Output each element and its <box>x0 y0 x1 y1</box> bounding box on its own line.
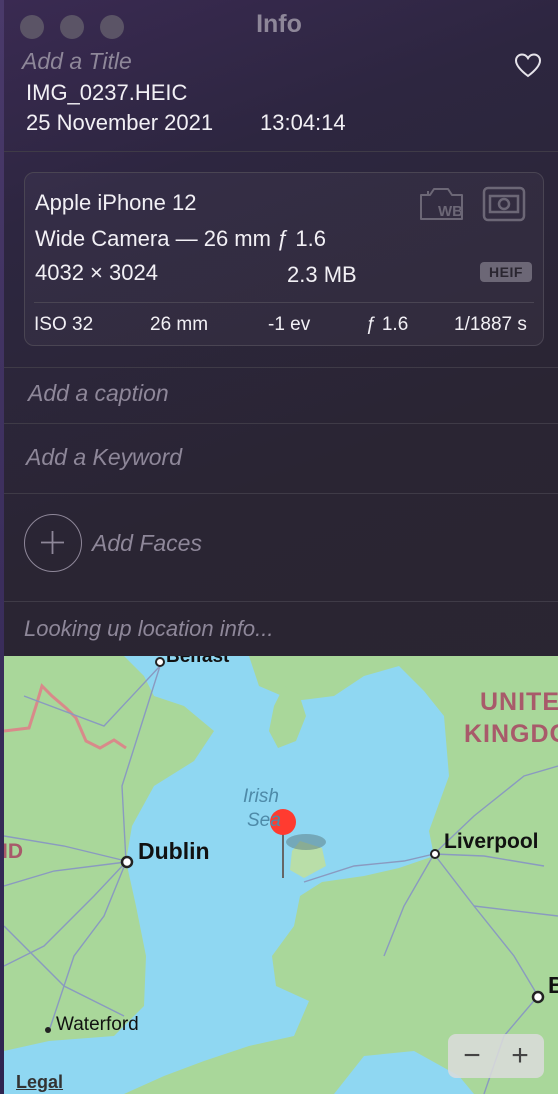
keyword-field[interactable]: Add a Keyword <box>26 444 182 471</box>
map-label-irish-sea-1: Irish <box>243 786 279 807</box>
map-label-birmingham: B <box>548 972 558 998</box>
map-label-waterford: Waterford <box>56 1014 139 1035</box>
zoom-in-button[interactable]: + <box>496 1034 544 1078</box>
map-label-uk-1: UNITE <box>480 688 558 716</box>
map-label-dublin: Dublin <box>138 838 210 864</box>
belfast-dot <box>155 657 165 667</box>
format-badge: HEIF <box>480 262 532 282</box>
border-line <box>4 683 127 750</box>
metering-icon <box>482 186 526 222</box>
divider <box>4 151 558 152</box>
wb-label: WB <box>438 203 463 220</box>
caption-field[interactable]: Add a caption <box>28 380 169 407</box>
camera-lens: Wide Camera — 26 mm ƒ 1.6 <box>35 226 326 251</box>
divider <box>4 493 558 494</box>
title-field[interactable]: Add a Title <box>22 48 132 75</box>
card-divider <box>34 302 534 303</box>
map-legal-link[interactable]: Legal <box>16 1072 63 1093</box>
divider <box>4 423 558 424</box>
image-resolution: 4032 × 3024 <box>35 260 158 285</box>
add-faces-button[interactable] <box>24 514 82 572</box>
liverpool-dot <box>430 849 440 859</box>
pin-shadow <box>286 834 326 850</box>
birmingham-dot <box>531 990 545 1004</box>
exif-shutter: 1/1887 s <box>454 314 527 335</box>
title-bar: Info <box>0 0 558 50</box>
capture-time: 13:04:14 <box>260 110 346 135</box>
filename: IMG_0237.HEIC <box>26 80 188 105</box>
map-label-ireland: ID <box>4 840 23 863</box>
exif-aperture: ƒ 1.6 <box>366 314 409 335</box>
map-label-irish-sea-2: Sea <box>247 810 281 831</box>
plus-icon <box>41 531 64 554</box>
waterford-dot <box>45 1027 51 1033</box>
map-zoom-control: − + <box>448 1034 544 1078</box>
exif-focal-length: 26 mm <box>150 314 209 335</box>
info-window: Info Add a Title IMG_0237.HEIC 25 Novemb… <box>0 0 558 1094</box>
white-balance-icon: WB <box>418 185 468 223</box>
divider <box>4 601 558 602</box>
map-label-liverpool: Liverpool <box>444 830 539 853</box>
exif-iso: ISO 32 <box>34 314 94 335</box>
location-map[interactable]: Belfast UNITE KINGDO Irish Sea ID Dublin… <box>4 656 558 1094</box>
dublin-dot <box>120 855 134 869</box>
heart-icon[interactable] <box>514 52 542 78</box>
zoom-out-button[interactable]: − <box>448 1034 496 1078</box>
capture-date: 25 November 2021 <box>26 110 214 135</box>
add-faces-label[interactable]: Add Faces <box>92 530 202 557</box>
map-label-belfast: Belfast <box>166 656 230 667</box>
camera-device: Apple iPhone 12 <box>35 190 197 215</box>
location-status: Looking up location info... <box>24 616 274 641</box>
exif-exposure: -1 ev <box>268 314 311 335</box>
window-title: Info <box>256 10 302 38</box>
file-size: 2.3 MB <box>287 262 357 287</box>
map-label-uk-2: KINGDO <box>464 720 558 748</box>
divider <box>4 367 558 368</box>
